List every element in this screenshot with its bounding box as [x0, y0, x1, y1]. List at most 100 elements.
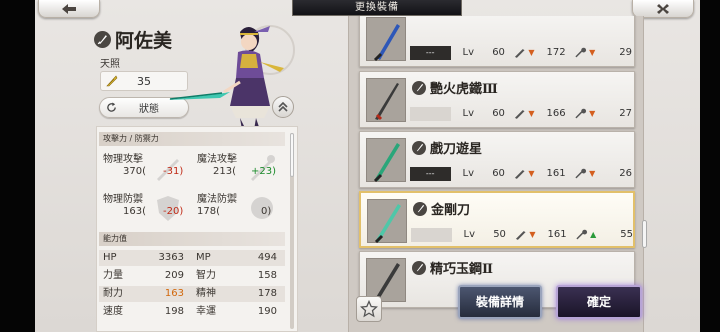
ability-cell: 耐力 163 [99, 286, 192, 302]
green-sword-icon [373, 143, 400, 183]
feather-icon [94, 31, 111, 48]
equipment-name: 金剛刀 [431, 203, 471, 218]
equipment-level: 60 [492, 168, 505, 179]
refresh-icon [107, 102, 116, 112]
equipment-list-scrollbar[interactable] [642, 220, 647, 248]
magic-icon [574, 108, 586, 118]
feather-level-icon [106, 75, 118, 87]
down-arrow-icon: ▼ [589, 169, 596, 178]
attack-value: 166 [546, 108, 566, 119]
magic-value: 27 [619, 108, 633, 119]
level-label: Lv [462, 168, 475, 179]
character-title: 天照 [100, 59, 120, 70]
ability-value: 158 [257, 270, 277, 281]
down-arrow-icon: ▼ [528, 109, 535, 118]
equipment-card[interactable]: --- Lv 60 ▼ 172 ▼ 29 [359, 16, 635, 67]
equipment-card-selected[interactable]: 金剛刀 Lv 50 ▼ 161 ▲ 55 [359, 191, 635, 248]
phys-atk-value: 370( [123, 166, 146, 177]
equipment-stats: Lv 50 ▼ 161 ▲ 55 [411, 226, 633, 243]
equipment-name: 艷火虎鐵Ⅲ [430, 82, 498, 97]
mag-atk-stat: 魔法攻擊 213( +23) [193, 149, 283, 189]
magic-value: 26 [619, 168, 633, 179]
stats-scrollbar-thumb[interactable] [290, 133, 294, 177]
down-arrow-icon: ▼ [589, 109, 596, 118]
equipment-level: 50 [493, 229, 506, 240]
equipped-by-box: --- [410, 166, 451, 181]
equipped-by-box [410, 106, 451, 121]
ability-value: 494 [257, 252, 277, 263]
left-black-border [0, 0, 35, 332]
right-black-border [700, 0, 720, 332]
down-arrow-icon: ▼ [528, 169, 535, 178]
character-level: 35 [137, 74, 151, 88]
equipment-level: 60 [492, 108, 505, 119]
equipment-stats: --- Lv 60 ▼ 172 ▼ 29 [410, 44, 632, 61]
down-arrow-icon: ▼ [528, 48, 535, 57]
magic-icon [575, 229, 587, 239]
level-label: Lv [462, 108, 475, 119]
phys-def-stat: 物理防禦 163( -20) [99, 189, 189, 229]
equipment-card[interactable]: 戲刀遊星 --- Lv 60 ▼ 161 ▼ 26 [359, 131, 635, 188]
equipment-name: 戲刀遊星 [430, 142, 483, 157]
ability-row: 耐力 163 精神 178 [99, 286, 285, 302]
equipment-thumbnail [367, 199, 407, 244]
ability-cell: 幸運 190 [192, 304, 285, 320]
level-label: Lv [462, 47, 475, 58]
expand-portrait-button[interactable] [272, 96, 294, 118]
attack-value: 161 [546, 168, 566, 179]
katana-icon [375, 83, 399, 121]
equipment-name-row: 金剛刀 [413, 199, 470, 218]
ability-value: 209 [164, 270, 184, 281]
attack-icon [515, 230, 526, 240]
equipment-name-row: 艷火虎鐵Ⅲ [412, 78, 498, 97]
ability-value: 163 [164, 288, 184, 299]
ability-header: 能力值 [99, 232, 285, 246]
ability-cell: 精神 178 [192, 286, 285, 302]
star-icon [360, 300, 378, 318]
ability-label: 力量 [103, 270, 123, 281]
equipment-thumbnail [366, 138, 406, 183]
equipment-name: 精巧玉鋼Ⅱ [430, 262, 493, 277]
mag-def-diff: 0) [261, 206, 272, 217]
feather-icon [412, 260, 426, 275]
equipment-details-button[interactable]: 裝備詳情 [458, 285, 542, 319]
back-button[interactable] [38, 0, 100, 18]
status-button-label: 狀態 [139, 104, 159, 115]
equipped-by-box [411, 227, 452, 242]
equipment-name-row: 戲刀遊星 [412, 138, 482, 157]
mag-atk-label: 魔法攻擊 [197, 154, 237, 165]
equipment-thumbnail [366, 17, 406, 62]
double-chevron-up-icon [278, 101, 288, 112]
ability-label: 耐力 [103, 288, 123, 299]
attack-value: 161 [547, 229, 567, 240]
confirm-button[interactable]: 確定 [556, 285, 642, 319]
feather-icon [413, 201, 427, 216]
ability-row: 力量 209 智力 158 [99, 268, 285, 284]
phys-def-value: 163( [123, 206, 146, 217]
ability-value: 190 [257, 306, 277, 317]
down-arrow-icon: ▼ [529, 230, 536, 239]
ability-value: 178 [257, 288, 277, 299]
phys-atk-stat: 物理攻擊 370( -31) [99, 149, 189, 189]
attack-defense-header: 攻擊力 / 防禦力 [99, 132, 285, 146]
ability-label: 精神 [196, 288, 216, 299]
attack-icon [514, 48, 525, 58]
magic-value: 29 [619, 47, 633, 58]
magic-value: 55 [620, 229, 634, 240]
mag-atk-diff: +23) [251, 166, 277, 177]
favorite-button[interactable] [356, 296, 382, 322]
ability-value: 198 [164, 306, 184, 317]
page-title: 更換裝備 [292, 0, 462, 16]
close-x-icon [657, 3, 669, 14]
equipment-card[interactable]: 艷火虎鐵Ⅲ Lv 60 ▼ 166 ▼ 27 [359, 71, 635, 128]
feather-icon [412, 140, 426, 155]
phys-atk-diff: -31) [163, 166, 184, 177]
down-arrow-icon: ▼ [589, 48, 596, 57]
ability-row: 速度 198 幸運 190 [99, 304, 285, 320]
ability-value: 3363 [158, 252, 184, 263]
equipment-stats: Lv 60 ▼ 166 ▼ 27 [410, 105, 632, 122]
ability-label: 智力 [196, 270, 216, 281]
blue-weapon-icon [373, 24, 400, 62]
equipment-name-row: 精巧玉鋼Ⅱ [412, 258, 493, 277]
level-label: Lv [463, 229, 476, 240]
